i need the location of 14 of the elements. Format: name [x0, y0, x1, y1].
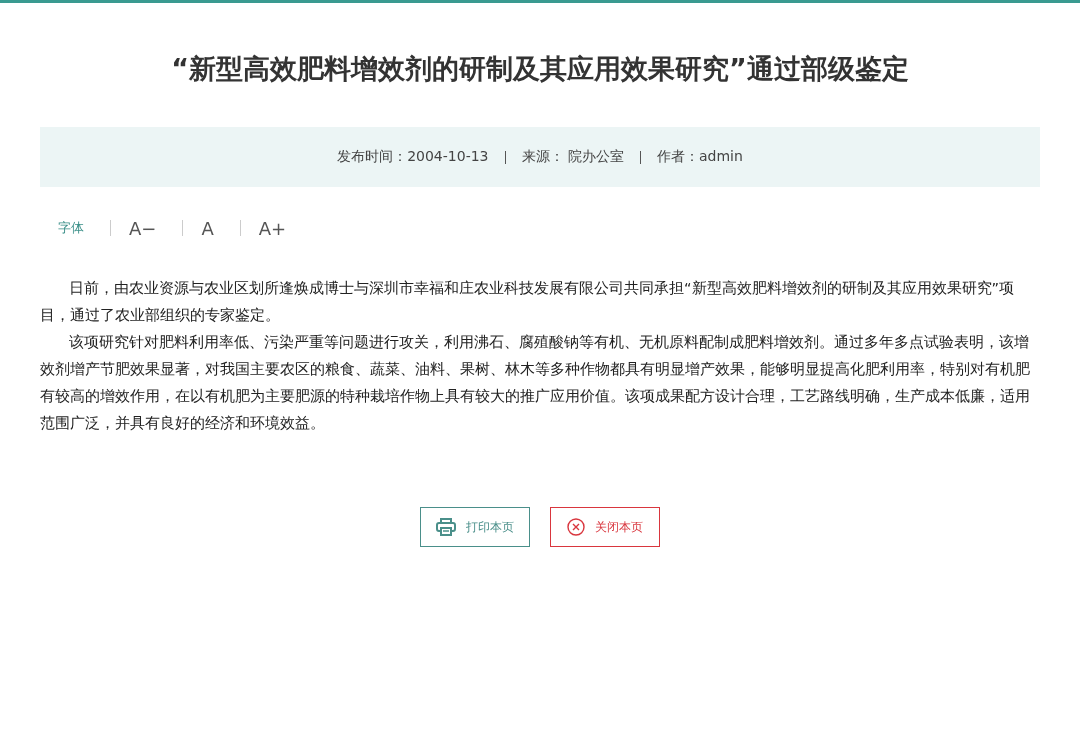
font-label: 字体 [58, 219, 84, 237]
meta-text: 作者：admin [656, 148, 743, 166]
print-button[interactable]: 打印本页 [420, 507, 530, 547]
font-size-button[interactable]: A− [129, 217, 157, 239]
article-paragraph: 该项研究针对肥料利用率低、污染严重等问题进行攻关，利用沸石、腐殖酸钠等有机、无机原料配制成肥料增效剂。通过多年多点试验表明，该增效剂增产节肥效果显著，对我国主要农区的粮食、蔬菜、油料、果树、林木等多种作物都具有明显增产效果，能够明显提高化肥利用率，特别对有机肥有较高的增效作用，在以有机肥为主要肥源的特种栽培作物上具有较大的推广应用价值。该项成果配方设计合理，工艺路线明确，生产成本低廉，适用范围广泛，并具有良好的经济和环境效益。 [40, 333, 1031, 433]
article-title: “新型高效肥料增效剂的研制及其应用效果研究”通过部级鉴定 [170, 52, 910, 86]
meta-text: 发布时间：2004-10-13 [337, 148, 489, 166]
printer-icon [436, 518, 456, 536]
article-paragraph: 日前，由农业资源与农业区划所逢焕成博士与深圳市幸福和庄农业科技发展有限公司共同承担“新型高效肥料增效剂的研制及其应用效果研究”项目，通过了农业部组织的专家鉴定。 [40, 279, 1016, 325]
close-button[interactable]: 关闭本页 [550, 507, 660, 547]
font-size-button[interactable]: A+ [258, 217, 287, 239]
close-icon [567, 518, 585, 536]
meta-text: 来源： 院办公室 [521, 148, 624, 166]
font-size-button[interactable]: A [201, 217, 214, 239]
